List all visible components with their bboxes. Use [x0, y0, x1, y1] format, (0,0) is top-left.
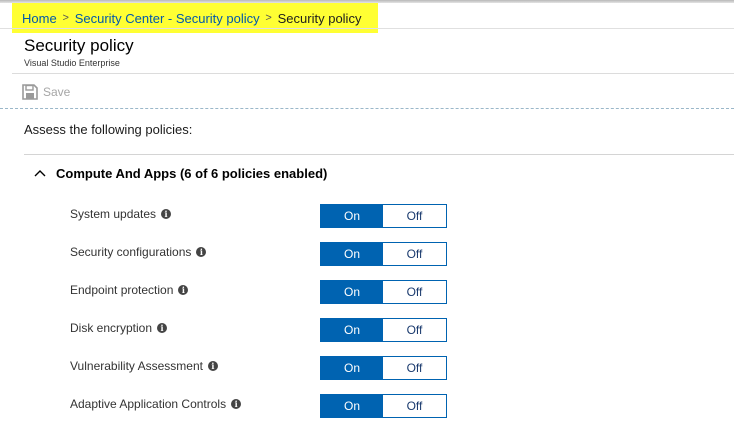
policy-label: System updates i	[70, 207, 172, 221]
toggle-off-option[interactable]: Off	[383, 205, 446, 227]
policy-row-adaptive-application-controls: Adaptive Application Controls i On Off	[70, 394, 450, 418]
section-divider	[24, 154, 734, 155]
info-icon[interactable]: i	[161, 209, 172, 219]
policy-label-text: Vulnerability Assessment	[70, 359, 203, 373]
toggle-on-option[interactable]: On	[321, 281, 383, 303]
toggle-off-option[interactable]: Off	[383, 243, 446, 265]
adaptive-application-controls-toggle[interactable]: On Off	[320, 394, 447, 418]
toggle-on-option[interactable]: On	[321, 319, 383, 341]
toggle-off-option[interactable]: Off	[383, 395, 446, 417]
info-icon[interactable]: i	[196, 247, 207, 257]
chevron-right-icon: >	[265, 12, 272, 24]
toggle-off-option[interactable]: Off	[383, 281, 446, 303]
breadcrumb-current: Security policy	[277, 10, 362, 26]
info-icon[interactable]: i	[178, 285, 189, 295]
group-title: Compute And Apps (6 of 6 policies enable…	[56, 165, 328, 181]
breadcrumb-home-link[interactable]: Home	[22, 11, 57, 26]
policy-label: Endpoint protection i	[70, 283, 189, 297]
policy-label-text: Endpoint protection	[70, 283, 174, 297]
policy-row-endpoint-protection: Endpoint protection i On Off	[70, 280, 450, 304]
policy-label: Vulnerability Assessment i	[70, 359, 218, 373]
toggle-off-option[interactable]: Off	[383, 357, 446, 379]
policy-label-text: Adaptive Application Controls	[70, 397, 227, 411]
group-header-compute-and-apps[interactable]: Compute And Apps (6 of 6 policies enable…	[34, 163, 327, 183]
toggle-on-option[interactable]: On	[321, 395, 383, 417]
policy-row-disk-encryption: Disk encryption i On Off	[70, 318, 450, 342]
floppy-disk-icon	[22, 84, 38, 100]
policy-label-text: Security configurations	[70, 245, 192, 259]
policy-label-text: Disk encryption	[70, 321, 153, 335]
save-button-label: Save	[43, 85, 71, 99]
policy-label: Disk encryption i	[70, 321, 168, 335]
vulnerability-assessment-toggle[interactable]: On Off	[320, 356, 447, 380]
system-updates-toggle[interactable]: On Off	[320, 204, 447, 228]
toggle-on-option[interactable]: On	[321, 357, 383, 379]
policy-row-vulnerability-assessment: Vulnerability Assessment i On Off	[70, 356, 450, 380]
page-subtitle: Visual Studio Enterprise	[24, 58, 120, 68]
toggle-off-option[interactable]: Off	[383, 319, 446, 341]
policy-row-security-configurations: Security configurations i On Off	[70, 242, 450, 266]
toolbar-divider-bottom	[0, 108, 734, 109]
info-icon[interactable]: i	[157, 323, 168, 333]
policy-row-system-updates: System updates i On Off	[70, 204, 450, 228]
policy-label: Security configurations i	[70, 245, 207, 259]
endpoint-protection-toggle[interactable]: On Off	[320, 280, 447, 304]
chevron-right-icon: >	[62, 12, 69, 24]
disk-encryption-toggle[interactable]: On Off	[320, 318, 447, 342]
policy-label: Adaptive Application Controls i	[70, 397, 242, 411]
info-icon[interactable]: i	[207, 361, 218, 371]
toolbar-divider-top	[12, 73, 734, 74]
security-configurations-toggle[interactable]: On Off	[320, 242, 447, 266]
toggle-on-option[interactable]: On	[321, 243, 383, 265]
save-button[interactable]: Save	[22, 82, 70, 102]
chevron-up-icon	[34, 170, 46, 177]
policy-label-text: System updates	[70, 207, 157, 221]
toggle-on-option[interactable]: On	[321, 205, 383, 227]
info-icon[interactable]: i	[231, 399, 242, 409]
breadcrumb-security-center-link[interactable]: Security Center - Security policy	[75, 11, 260, 26]
header-divider	[0, 28, 734, 29]
page-title: Security policy	[24, 36, 134, 55]
section-intro: Assess the following policies:	[24, 122, 193, 137]
